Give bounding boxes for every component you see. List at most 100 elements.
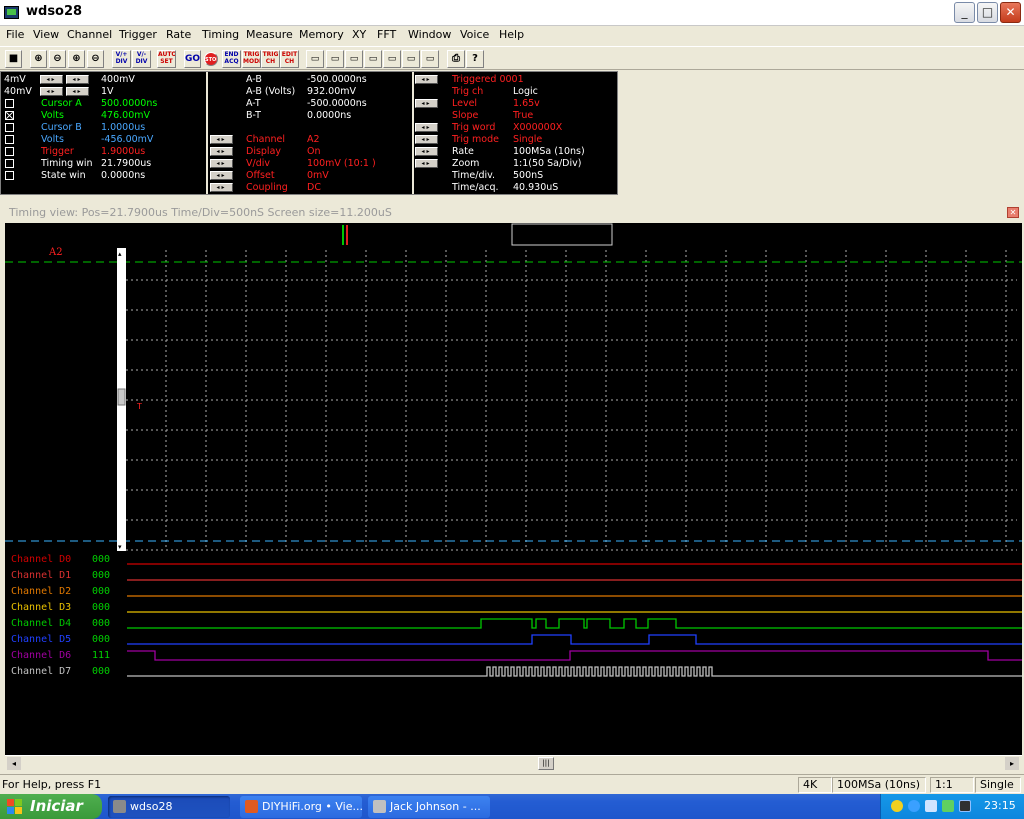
trigger-row-label: Trig mode — [452, 134, 499, 145]
view-layout-3-icon[interactable]: ▭ — [345, 50, 363, 68]
timing-view-display[interactable]: ▴ ▾ A2 T Channel D0 000 Channel D1 000 Channe… — [5, 223, 1022, 755]
scroll-thumb[interactable]: ||| — [538, 757, 554, 770]
trigger-row-value: Single — [513, 134, 543, 145]
trigger-setting-adjust[interactable]: ◂▸ — [415, 123, 438, 132]
digital-channel-label[interactable]: Channel D1 — [11, 570, 71, 582]
volume-icon[interactable] — [942, 800, 954, 812]
close-button[interactable]: ✕ — [1000, 2, 1021, 23]
help-icon[interactable]: ? — [466, 50, 484, 68]
taskbar-item-label: wdso28 — [130, 800, 173, 813]
view-layout-5-icon[interactable]: ▭ — [383, 50, 401, 68]
taskbar-item[interactable]: wdso28 — [108, 796, 230, 818]
zoom-out-icon[interactable]: ⊖ — [49, 50, 66, 68]
volts-div-down-button[interactable]: V/- DIV — [132, 50, 151, 68]
taskbar-item-icon — [245, 800, 258, 813]
volts-div-up-button[interactable]: V/+ DIV — [112, 50, 131, 68]
cursor-row-checkbox[interactable] — [5, 111, 14, 120]
view-layout-4-icon[interactable]: ▭ — [364, 50, 382, 68]
channel-setting-adjust[interactable]: ◂▸ — [210, 171, 233, 180]
start-button[interactable]: Iniciar — [0, 794, 102, 819]
end-acq-button[interactable]: END ACQ — [222, 50, 241, 68]
view-layout-2-icon[interactable]: ▭ — [326, 50, 344, 68]
taskbar-item[interactable]: DIYHiFi.org • Vie... — [240, 796, 362, 818]
range-1-adjust-b[interactable]: ◂▸ — [66, 75, 89, 84]
edit-ch-button[interactable]: EDIT CH — [280, 50, 299, 68]
channel-row-label: A-B — [246, 74, 262, 85]
cursor-row-checkbox[interactable] — [5, 171, 14, 180]
print-icon[interactable]: ⎙ — [447, 50, 465, 68]
view-layout-1-icon[interactable]: ▭ — [306, 50, 324, 68]
zoom-in-icon[interactable]: ⊕ — [30, 50, 47, 68]
menu-window[interactable]: Window — [408, 28, 451, 41]
menu-xy[interactable]: XY — [352, 28, 366, 41]
cursor-row-checkbox[interactable] — [5, 123, 14, 132]
cursor-row-checkbox[interactable] — [5, 159, 14, 168]
menu-file[interactable]: File — [6, 28, 24, 41]
channel-setting-adjust[interactable]: ◂▸ — [210, 147, 233, 156]
channel-row-value: A2 — [307, 134, 320, 145]
digital-channel-label[interactable]: Channel D7 — [11, 666, 71, 678]
status-rate: 100MSa (10ns) — [832, 777, 926, 793]
menu-timing[interactable]: Timing — [202, 28, 239, 41]
go-button[interactable]: GO — [184, 50, 201, 68]
maximize-button[interactable]: □ — [977, 2, 998, 23]
menu-view[interactable]: View — [33, 28, 59, 41]
menu-trigger[interactable]: Trigger — [119, 28, 157, 41]
timing-view-close-icon[interactable]: ✕ — [1007, 207, 1019, 218]
zoom-reset-icon[interactable]: ⊖ — [87, 50, 104, 68]
digital-channel-label[interactable]: Channel D0 — [11, 554, 71, 566]
security-shield-icon[interactable] — [891, 800, 903, 812]
channel-setting-adjust[interactable]: ◂▸ — [210, 183, 233, 192]
minimize-button[interactable]: _ — [954, 2, 975, 23]
trigger-row-label: Slope — [452, 110, 479, 121]
cursor-row-checkbox[interactable] — [5, 99, 14, 108]
menu-rate[interactable]: Rate — [166, 28, 191, 41]
menu-voice[interactable]: Voice — [460, 28, 489, 41]
menu-fft[interactable]: FFT — [377, 28, 396, 41]
channel-setting-adjust[interactable]: ◂▸ — [210, 159, 233, 168]
trigger-setting-adjust[interactable]: ◂▸ — [415, 75, 438, 84]
scroll-right-icon[interactable]: ▸ — [1005, 757, 1019, 770]
digital-channel-label[interactable]: Channel D4 — [11, 618, 71, 630]
view-layout-6-icon[interactable]: ▭ — [402, 50, 420, 68]
menu-bar: File View Channel Trigger Rate Timing Measure M… — [0, 26, 1024, 46]
trigger-setting-adjust[interactable]: ◂▸ — [415, 135, 438, 144]
digital-channel-label[interactable]: Channel D3 — [11, 602, 71, 614]
range-1-adjust-a[interactable]: ◂▸ — [40, 75, 63, 84]
range-2-adjust-a[interactable]: ◂▸ — [40, 87, 63, 96]
digital-channel-label[interactable]: Channel D2 — [11, 586, 71, 598]
menu-measure[interactable]: Measure — [246, 28, 293, 41]
trigger-setting-adjust[interactable]: ◂▸ — [415, 159, 438, 168]
channel-row-value: 0mV — [307, 170, 329, 181]
trigger-setting-adjust[interactable]: ◂▸ — [415, 147, 438, 156]
range-2-adjust-b[interactable]: ◂▸ — [66, 87, 89, 96]
channel-setting-adjust[interactable]: ◂▸ — [210, 135, 233, 144]
menu-channel[interactable]: Channel — [67, 28, 112, 41]
view-layout-7-icon[interactable]: ▭ — [421, 50, 439, 68]
digital-channel-label[interactable]: Channel D5 — [11, 634, 71, 646]
horizontal-scrollbar[interactable]: ◂ ||| ▸ — [5, 755, 1022, 771]
auto-set-button[interactable]: AUTO SET — [157, 50, 176, 68]
channel-row-value: 932.00mV — [307, 86, 356, 97]
menu-help[interactable]: Help — [499, 28, 524, 41]
zoom-add-icon[interactable]: ⊕ — [68, 50, 85, 68]
channel-row-value: 100mV (10:1 ) — [307, 158, 376, 169]
trigger-setting-adjust[interactable]: ◂▸ — [415, 99, 438, 108]
save-icon[interactable]: ■ — [5, 50, 22, 68]
channel-row-label: Coupling — [246, 182, 288, 193]
taskbar-item[interactable]: Jack Johnson - ... — [368, 796, 490, 818]
scope-canvas[interactable]: ▴▾ — [5, 223, 1022, 755]
network-icon[interactable] — [908, 800, 920, 812]
cursor-row-checkbox[interactable] — [5, 147, 14, 156]
display-icon[interactable] — [925, 800, 937, 812]
trig-ch-button[interactable]: TRIG CH — [261, 50, 280, 68]
cursor-row-checkbox[interactable] — [5, 135, 14, 144]
menu-memory[interactable]: Memory — [299, 28, 344, 41]
range-label-1: 4mV — [4, 74, 26, 85]
stop-button[interactable]: STOP — [204, 52, 218, 66]
taskbar-item-label: DIYHiFi.org • Vie... — [262, 800, 362, 813]
device-icon[interactable] — [959, 800, 971, 812]
digital-channel-label[interactable]: Channel D6 — [11, 650, 71, 662]
scroll-left-icon[interactable]: ◂ — [7, 757, 21, 770]
trig-mode-button[interactable]: TRIG MODE — [242, 50, 261, 68]
